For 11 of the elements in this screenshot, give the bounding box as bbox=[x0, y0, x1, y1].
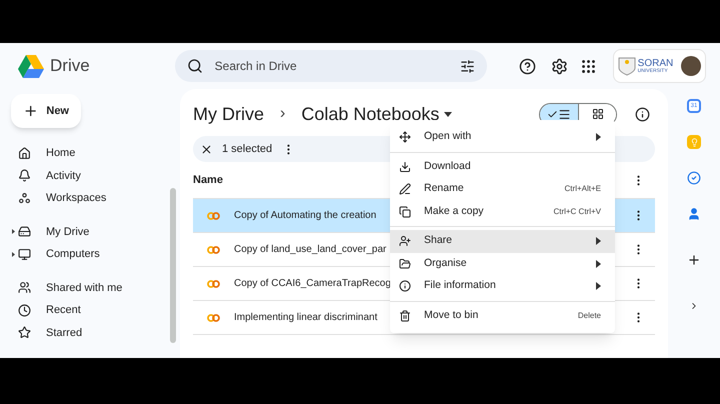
selection-count: 1 selected bbox=[222, 142, 272, 157]
org-name: SORAN bbox=[638, 58, 674, 68]
file-name: Copy of Automating the creation bbox=[234, 209, 376, 223]
file-name: Copy of CCAI6_CameraTrapRecog bbox=[234, 277, 391, 291]
shortcut-hint: Ctrl+C Ctrl+V bbox=[553, 206, 601, 218]
file-name: Implementing linear discriminant bbox=[234, 311, 378, 325]
file-name: Copy of land_use_land_cover_par bbox=[234, 243, 386, 257]
shortcut-hint: Ctrl+Alt+E bbox=[564, 183, 601, 196]
shortcut-hint: Delete bbox=[578, 310, 601, 322]
app-name: Drive bbox=[50, 55, 90, 78]
breadcrumb-separator: › bbox=[280, 104, 286, 124]
